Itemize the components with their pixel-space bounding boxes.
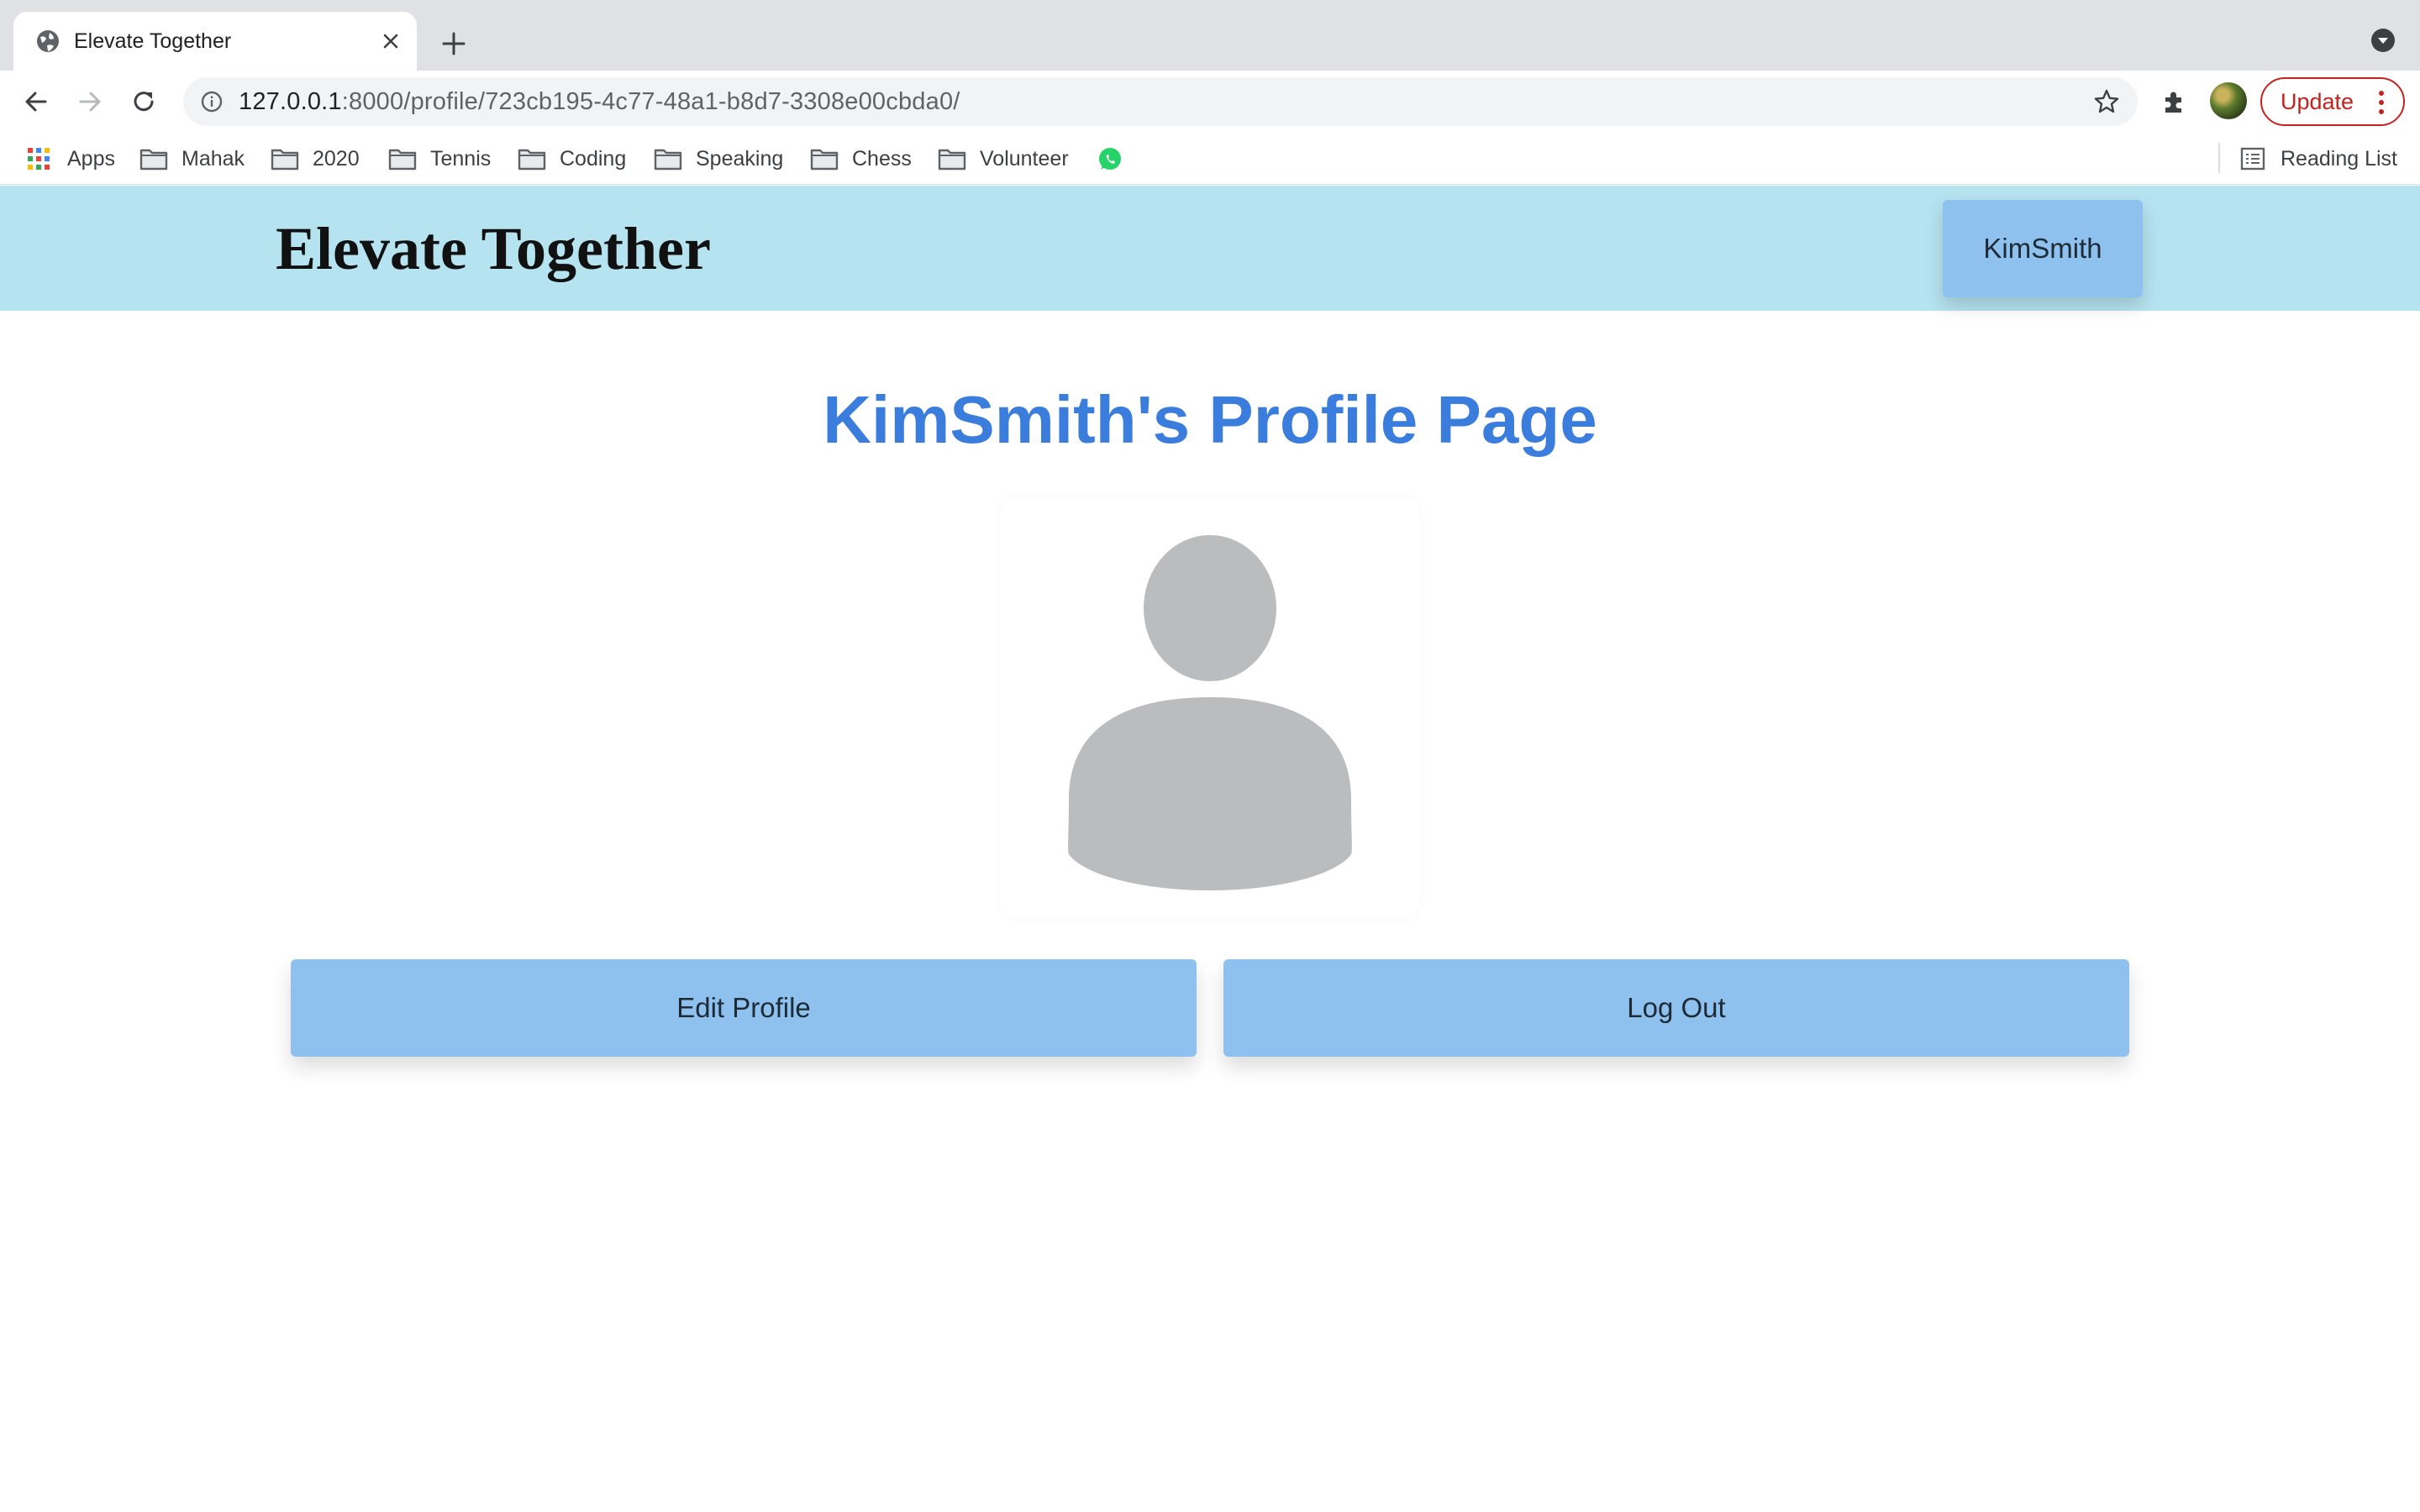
- profile-picture: [1000, 497, 1420, 917]
- bookmark-label: 2020: [313, 146, 360, 171]
- apps-grid-icon: [28, 148, 50, 170]
- profile-avatar[interactable]: [2210, 82, 2247, 119]
- browser-toolbar: 127.0.0.1:8000/profile/723cb195-4c77-48a…: [0, 71, 2420, 133]
- page-title: KimSmith's Profile Page: [823, 382, 1597, 457]
- reading-list-button[interactable]: Reading List: [2238, 133, 2397, 185]
- more-vertical-icon[interactable]: [2378, 89, 2385, 116]
- bookmark-label: Apps: [67, 146, 115, 171]
- folder-icon: [938, 149, 966, 171]
- whatsapp-icon: [1099, 148, 1121, 170]
- bookmark-apps[interactable]: Apps: [25, 133, 115, 185]
- folder-icon: [139, 149, 168, 171]
- bookmark-label: Volunteer: [980, 146, 1069, 171]
- bookmark-label: Mahak: [182, 146, 245, 171]
- bookmark-label: Tennis: [430, 146, 492, 171]
- url-host: 127.0.0.1: [239, 88, 342, 115]
- bookmark-whatsapp[interactable]: [1097, 133, 1139, 185]
- bookmark-folder-tennis[interactable]: Tennis: [388, 133, 491, 185]
- bookmark-folder-chess[interactable]: Chess: [810, 133, 912, 185]
- reading-list-label: Reading List: [2281, 146, 2397, 171]
- bookmark-folder-speaking[interactable]: Speaking: [654, 133, 783, 185]
- site-header: Elevate Together KimSmith: [0, 186, 2420, 311]
- browser-window: Elevate Together 127.0.0.1:8000/profile/…: [0, 0, 2420, 1512]
- folder-icon: [388, 149, 417, 171]
- site-info-icon[interactable]: [200, 90, 224, 113]
- tab-search-icon[interactable]: [2370, 27, 2396, 54]
- bookmark-label: Speaking: [696, 146, 784, 171]
- log-out-button[interactable]: Log Out: [1223, 959, 2129, 1057]
- tab-elevate-together[interactable]: Elevate Together: [13, 12, 417, 71]
- new-tab-icon[interactable]: [439, 29, 469, 59]
- tab-strip: Elevate Together: [0, 0, 2420, 71]
- folder-icon: [518, 149, 546, 171]
- bookmark-star-icon[interactable]: [2092, 87, 2121, 116]
- extensions-puzzle-icon[interactable]: [2158, 86, 2190, 118]
- url-text: 127.0.0.1:8000/profile/723cb195-4c77-48a…: [239, 88, 960, 115]
- bookmark-label: Chess: [852, 146, 912, 171]
- folder-icon: [271, 149, 299, 171]
- bookmark-folder-2020[interactable]: 2020: [271, 133, 360, 185]
- address-bar[interactable]: 127.0.0.1:8000/profile/723cb195-4c77-48a…: [183, 77, 2138, 126]
- user-menu-button[interactable]: KimSmith: [1943, 200, 2143, 297]
- bookmarks-bar: Apps Mahak 2020 Tennis Coding Speaking C…: [0, 133, 2420, 185]
- back-icon[interactable]: [20, 86, 52, 118]
- reading-list-icon: [2240, 147, 2265, 171]
- bookmarks-separator: [2218, 143, 2220, 173]
- forward-icon[interactable]: [74, 86, 106, 118]
- edit-profile-button[interactable]: Edit Profile: [291, 959, 1197, 1057]
- url-path: :8000/profile/723cb195-4c77-48a1-b8d7-33…: [341, 88, 960, 115]
- user-silhouette-icon: [1068, 535, 1352, 890]
- folder-icon: [810, 149, 839, 171]
- bookmark-label: Coding: [560, 146, 627, 171]
- close-icon[interactable]: [380, 30, 402, 52]
- bookmark-folder-volunteer[interactable]: Volunteer: [938, 133, 1069, 185]
- reload-icon[interactable]: [128, 86, 160, 118]
- bookmark-folder-coding[interactable]: Coding: [518, 133, 626, 185]
- bookmark-folder-mahak[interactable]: Mahak: [139, 133, 245, 185]
- tab-title: Elevate Together: [74, 29, 232, 53]
- brand-title[interactable]: Elevate Together: [276, 211, 711, 286]
- folder-icon: [654, 149, 682, 171]
- globe-icon: [37, 30, 59, 52]
